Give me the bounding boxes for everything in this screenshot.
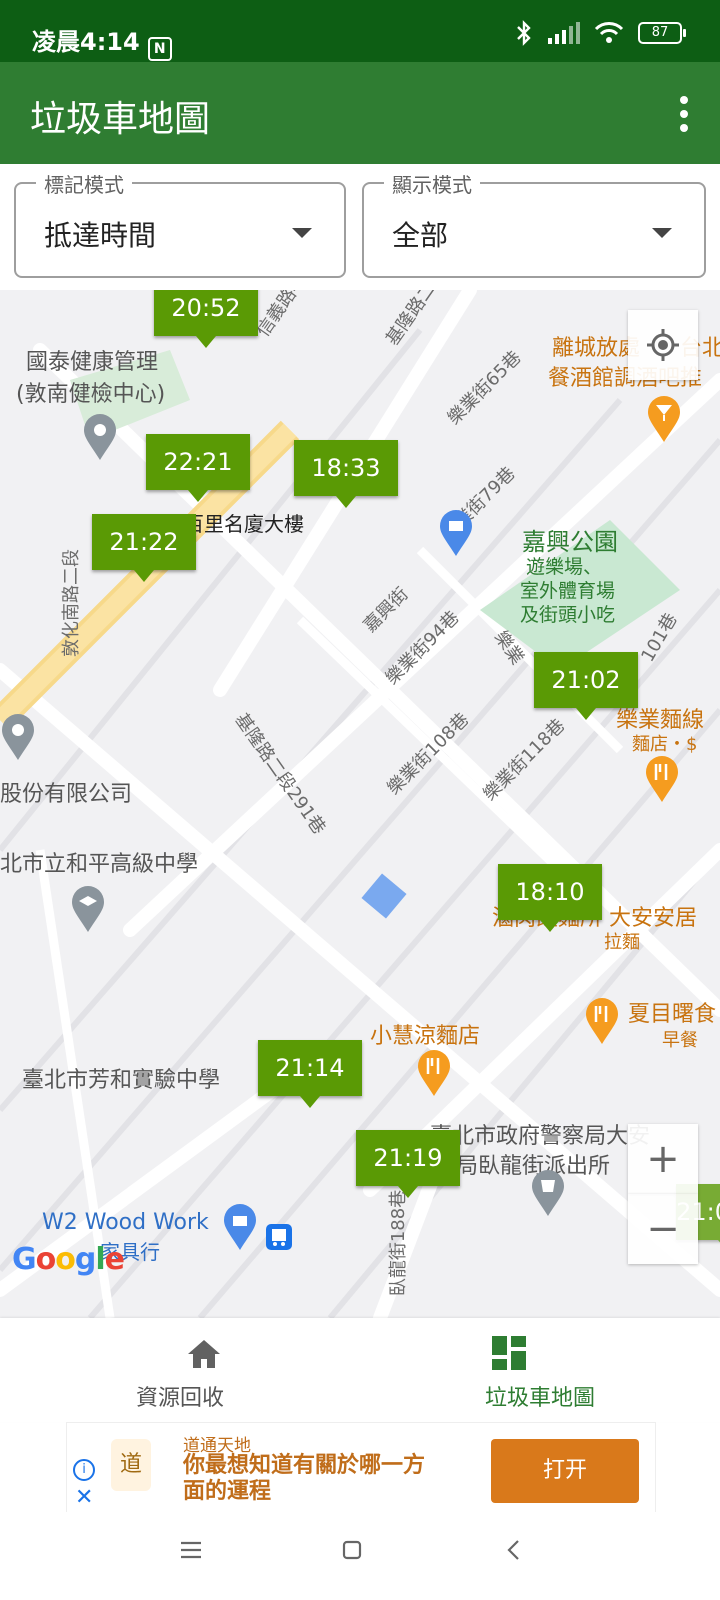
poi-label[interactable]: 離城放處 — [552, 330, 640, 362]
my-location-button[interactable] — [628, 310, 698, 380]
poi-label: 拉麵 — [604, 932, 640, 953]
police-pin-icon[interactable] — [530, 1168, 566, 1218]
shop-pin-icon[interactable] — [222, 1202, 258, 1252]
wifi-icon — [594, 22, 624, 43]
place-label[interactable]: 臺北市芳和實驗中學 — [22, 1062, 220, 1094]
poi-label: 麵店・$ — [632, 734, 698, 755]
app-title: 垃圾車地圖 — [30, 99, 211, 140]
truck-time-marker[interactable]: 21:22 — [92, 514, 196, 582]
place-label[interactable]: 股份有限公司 — [0, 776, 132, 808]
bluetooth-icon — [517, 20, 531, 46]
marker-mode-value: 抵達時間 — [44, 219, 157, 252]
menu-icon[interactable] — [180, 1540, 202, 1560]
park-desc: 及街頭小吃 — [520, 604, 616, 626]
street-label: 敦化南路二段 — [61, 549, 82, 657]
zoom-out-button[interactable]: − — [628, 1194, 698, 1264]
place-label[interactable]: 北市立和平高級中學 — [0, 846, 198, 878]
ad-info-icon[interactable]: i — [73, 1459, 95, 1481]
place-pin-icon[interactable] — [0, 712, 36, 762]
nav-label: 資源回收 — [135, 1386, 224, 1411]
display-mode-label: 顯示模式 — [384, 169, 480, 198]
dropdown-arrow-icon — [292, 228, 312, 238]
home-icon — [188, 1340, 220, 1368]
dashboard-icon — [492, 1336, 526, 1370]
street-label: 臥龍街188巷 — [388, 1189, 410, 1297]
place-pin-icon[interactable] — [82, 412, 118, 462]
bottom-navigation: 資源回收 垃圾車地圖 — [0, 1318, 720, 1422]
system-navigation — [0, 1512, 720, 1600]
bus-stop-icon[interactable] — [266, 1224, 292, 1250]
place-label[interactable]: 國泰健康管理 — [26, 344, 158, 376]
bar-pin-icon[interactable] — [646, 394, 682, 444]
google-logo: Google — [12, 1242, 125, 1277]
ad-headline[interactable]: 你最想知道有關於哪一方面的運程 — [183, 1453, 443, 1505]
battery-icon: 87 — [638, 22, 686, 44]
nfc-icon: N — [147, 37, 172, 61]
display-mode-dropdown[interactable]: 顯示模式 全部 — [362, 169, 706, 278]
zoom-in-button[interactable]: + — [628, 1124, 698, 1194]
poi-label[interactable]: 夏目曙食 — [628, 996, 716, 1028]
back-icon[interactable] — [506, 1539, 520, 1561]
app-bar: 垃圾車地圖 — [0, 62, 720, 164]
marker-mode-dropdown[interactable]: 標記模式 抵達時間 — [14, 169, 346, 278]
shopping-pin-icon[interactable] — [438, 508, 474, 558]
ad-banner[interactable]: i ✕ 道 道通天地 你最想知道有關於哪一方面的運程 打开 — [66, 1422, 656, 1514]
truck-time-marker[interactable]: 21:02 — [534, 652, 638, 720]
nav-item-recycle[interactable]: 資源回收 — [0, 1318, 360, 1422]
poi-label[interactable]: 小慧涼麵店 — [370, 1018, 480, 1050]
park-desc: 遊樂場、 — [526, 556, 603, 578]
place-label[interactable]: 分局臥龍街派出所 — [434, 1148, 610, 1180]
ad-close-icon[interactable]: ✕ — [75, 1485, 93, 1510]
truck-time-marker[interactable]: 22:21 — [146, 434, 250, 502]
restaurant-pin-icon[interactable] — [416, 1048, 452, 1098]
signal-icon — [548, 22, 580, 44]
place-label[interactable]: 百里名廈大樓 — [184, 508, 304, 537]
nav-label: 垃圾車地圖 — [484, 1386, 595, 1411]
more-vert-icon[interactable] — [678, 96, 690, 132]
dropdown-arrow-icon — [652, 228, 672, 238]
marker-mode-label: 標記模式 — [36, 169, 132, 198]
status-bar: 凌晨4:14 N 87 — [0, 0, 720, 62]
school-pin-icon[interactable] — [70, 884, 106, 934]
status-icons: 87 — [514, 20, 686, 46]
home-square-icon[interactable] — [342, 1540, 362, 1560]
ad-open-button[interactable]: 打开 — [491, 1439, 639, 1503]
place-label[interactable]: (敦南健檢中心) — [16, 376, 165, 408]
map-view[interactable]: 國泰健康管理 (敦南健檢中心) 百里名廈大樓 股份有限公司 北市立和平高級中學 … — [0, 290, 720, 1318]
place-label[interactable]: 臺北市政府警察局大安 — [430, 1118, 650, 1150]
truck-time-marker[interactable]: 21:14 — [258, 1040, 362, 1108]
truck-time-marker[interactable]: 18:10 — [498, 864, 602, 932]
nav-item-garbage-map[interactable]: 垃圾車地圖 — [360, 1318, 720, 1422]
truck-time-marker[interactable]: 21:19 — [356, 1130, 460, 1198]
restaurant-pin-icon[interactable] — [584, 996, 620, 1046]
park-desc: 室外體育場 — [520, 580, 616, 602]
ad-logo: 道 — [111, 1439, 151, 1491]
poi-label: 早餐 — [662, 1030, 698, 1051]
truck-time-marker[interactable]: 18:33 — [294, 440, 398, 508]
status-time: 凌晨4:14 N — [32, 22, 172, 61]
truck-time-marker[interactable]: 20:52 — [154, 290, 258, 348]
my-location-icon — [647, 329, 679, 361]
restaurant-pin-icon[interactable] — [644, 754, 680, 804]
poi-label[interactable]: W2 Wood Work — [42, 1210, 209, 1235]
display-mode-value: 全部 — [392, 219, 449, 252]
